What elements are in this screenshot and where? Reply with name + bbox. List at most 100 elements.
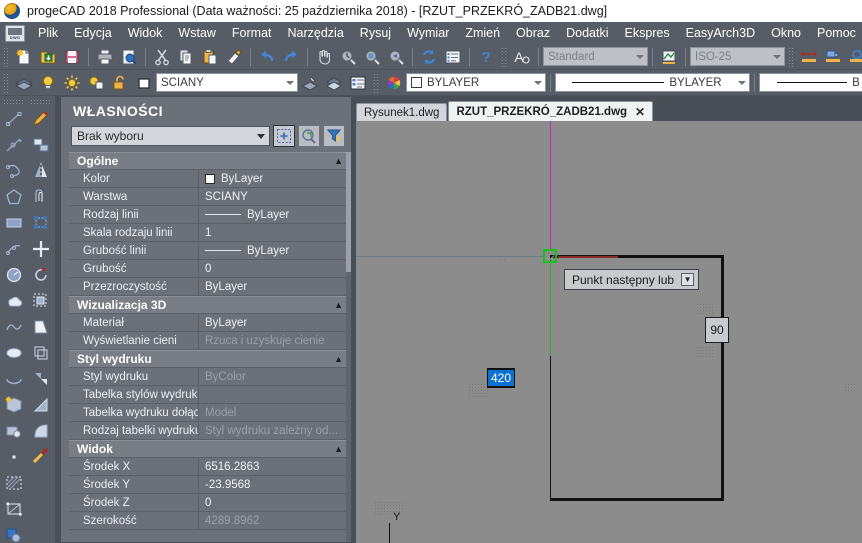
chevron-up-icon[interactable]: ▲ [334, 354, 343, 364]
property-row[interactable]: Szerokość 4289.8962 [69, 511, 351, 530]
properties-list-icon[interactable] [442, 46, 464, 68]
property-value[interactable]: 1 [199, 227, 351, 239]
radial-dimension-icon[interactable] [846, 46, 862, 68]
property-row[interactable]: Przezroczystość ByLayer [69, 277, 351, 296]
copy-icon[interactable] [175, 46, 197, 68]
property-row[interactable]: Środek Y -23.9568 [69, 475, 351, 494]
property-group-header[interactable]: Styl wydruku ▲ [69, 350, 351, 368]
menu-pomoc[interactable]: Pomoc [809, 23, 862, 43]
array-icon[interactable] [28, 210, 53, 236]
property-value[interactable]: -23.9568 [199, 479, 351, 491]
drawing-canvas[interactable]: Punkt następny lub ▼ 90 420 Y [356, 121, 862, 543]
property-row[interactable]: Grubość linii ByLayer [69, 241, 351, 260]
select-objects-icon[interactable] [298, 125, 320, 147]
layer-freeze-viewport-icon[interactable] [85, 72, 107, 94]
move-icon[interactable] [28, 236, 53, 262]
menu-edycja[interactable]: Edycja [66, 23, 120, 43]
property-row[interactable]: Kolor ByLayer [69, 169, 351, 188]
length-value[interactable]: 420 [487, 370, 515, 386]
offset-icon[interactable] [28, 184, 53, 210]
property-value[interactable]: ŚCIANY [199, 191, 351, 203]
open-file-icon[interactable] [37, 46, 59, 68]
property-value[interactable]: ByLayer [199, 317, 351, 329]
menu-wstaw[interactable]: Wstaw [170, 23, 224, 43]
aligned-dimension-icon[interactable] [822, 46, 844, 68]
explode-icon[interactable] [28, 444, 53, 470]
quick-select-icon[interactable] [273, 125, 295, 147]
property-group-header[interactable]: Ogólne ▲ [69, 152, 351, 170]
print-preview-icon[interactable] [118, 46, 140, 68]
property-row[interactable]: Rodzaj tabelki wydruku Styl wydruku zale… [69, 421, 351, 440]
layer-previous-icon[interactable] [323, 72, 345, 94]
stretch-icon[interactable] [28, 314, 53, 340]
revision-cloud-icon[interactable] [1, 288, 26, 314]
print-icon[interactable] [94, 46, 116, 68]
paste-icon[interactable] [199, 46, 221, 68]
dwg-document-icon[interactable] [5, 24, 25, 42]
object-lineweight-combo[interactable]: B [759, 73, 862, 92]
tab-rysunek1[interactable]: Rysunek1.dwg [356, 103, 448, 122]
layer-manager-icon[interactable] [13, 72, 35, 94]
property-group-header[interactable]: Widok ▲ [69, 440, 351, 458]
ray-icon[interactable] [1, 132, 26, 158]
redo-icon[interactable] [280, 46, 302, 68]
toolbar-grip[interactable] [3, 72, 9, 93]
object-color-combo[interactable]: BYLAYER [406, 73, 546, 92]
polyline-icon[interactable] [1, 158, 26, 184]
rotate-icon[interactable] [28, 262, 53, 288]
property-row[interactable]: Skala rodzaju linii 1 [69, 223, 351, 242]
zoom-previous-icon[interactable] [385, 46, 407, 68]
spline-icon[interactable] [1, 314, 26, 340]
object-linetype-combo[interactable]: BYLAYER [555, 73, 750, 92]
color-wheel-icon[interactable] [383, 72, 405, 94]
property-row[interactable]: Środek Z 0 [69, 493, 351, 512]
menu-okno[interactable]: Okno [763, 23, 809, 43]
property-value[interactable]: ByLayer [199, 173, 351, 185]
chevron-down-icon[interactable] [769, 48, 784, 65]
toolbar-grip[interactable] [788, 46, 794, 67]
menu-plik[interactable]: Plik [30, 23, 66, 43]
quick-filter-icon[interactable] [323, 125, 345, 147]
dimension-style-icon[interactable] [658, 46, 680, 68]
chevron-up-icon[interactable]: ▲ [334, 300, 343, 310]
refresh-sync-icon[interactable] [418, 46, 440, 68]
gradient-icon[interactable] [1, 496, 26, 522]
line-icon[interactable] [1, 106, 26, 132]
dynamic-input-length[interactable]: 420 [487, 368, 515, 388]
property-row[interactable]: Styl wydruku ByColor [69, 367, 351, 386]
new-file-icon[interactable] [13, 46, 35, 68]
trim-icon[interactable] [28, 340, 53, 366]
property-value[interactable]: ByLayer [199, 281, 351, 293]
close-icon[interactable]: ✕ [635, 105, 645, 119]
ellipse-arc-icon[interactable] [1, 366, 26, 392]
undo-icon[interactable] [256, 46, 278, 68]
save-file-icon[interactable] [61, 46, 83, 68]
property-row[interactable]: Grubość 0 [69, 259, 351, 278]
property-value[interactable]: ByLayer [199, 209, 351, 221]
extend-icon[interactable] [28, 366, 53, 392]
chevron-down-icon[interactable] [632, 48, 647, 65]
scrollbar-thumb[interactable] [346, 152, 351, 272]
menu-zmien[interactable]: Zmień [457, 23, 508, 43]
cut-scissors-icon[interactable] [151, 46, 173, 68]
layer-on-lightbulb-icon[interactable] [37, 72, 59, 94]
match-properties-brush-icon[interactable] [223, 46, 245, 68]
properties-scrollbar[interactable] [346, 152, 351, 542]
wall-right[interactable] [721, 255, 724, 501]
chevron-up-icon[interactable]: ▲ [334, 156, 343, 166]
write-block-icon[interactable] [1, 418, 26, 444]
property-value[interactable]: ByLayer [199, 245, 351, 257]
insert-block-icon[interactable] [1, 392, 26, 418]
current-layer-combo[interactable]: ŚCIANY [156, 73, 298, 92]
toolbar-grip[interactable] [373, 72, 379, 93]
menu-obraz[interactable]: Obraz [508, 23, 558, 43]
layer-color-swatch-icon[interactable] [133, 72, 155, 94]
linear-dimension-icon[interactable] [798, 46, 820, 68]
mirror-icon[interactable] [28, 158, 53, 184]
dynamic-input-angle[interactable]: 90 [705, 317, 729, 343]
chamfer-icon[interactable] [28, 392, 53, 418]
circle-icon[interactable] [1, 262, 26, 288]
palette-grip[interactable] [3, 99, 24, 104]
chevron-down-icon[interactable] [734, 74, 749, 91]
menu-easyarch3d[interactable]: EasyArch3D [678, 23, 763, 43]
